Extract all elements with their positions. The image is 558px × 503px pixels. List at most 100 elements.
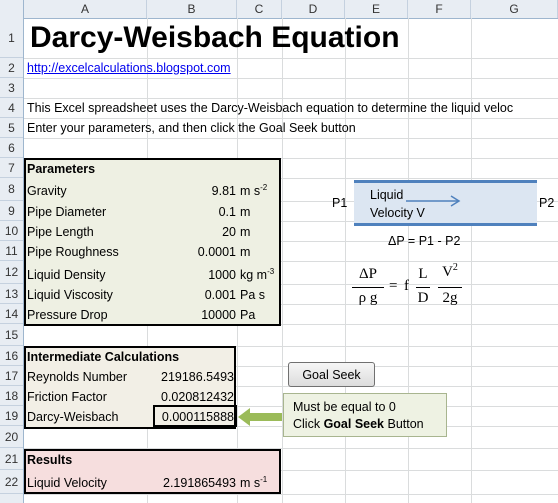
- param-label-gravity[interactable]: Gravity: [27, 184, 67, 198]
- unit-text: m s: [240, 476, 261, 490]
- row-header-7[interactable]: 7: [0, 158, 23, 178]
- row-header-17[interactable]: 17: [0, 366, 23, 386]
- row-header-11[interactable]: 11: [0, 241, 23, 261]
- row-header-8[interactable]: 8: [0, 178, 23, 201]
- blog-link[interactable]: http://excelcalculations.blogspot.com: [27, 61, 231, 75]
- unit-exponent: -3: [267, 266, 275, 276]
- value-darcy-weisbach[interactable]: 0.000115888: [147, 410, 234, 424]
- param-value-liquid-density[interactable]: 1000: [147, 268, 236, 282]
- sheet-title: Darcy-Weisbach Equation: [30, 21, 400, 54]
- row-header-1[interactable]: 1: [0, 18, 23, 58]
- parameters-header: Parameters: [27, 162, 96, 176]
- param-value-gravity[interactable]: 9.81: [147, 184, 236, 198]
- row-header-18[interactable]: 18: [0, 386, 23, 406]
- row-header-10[interactable]: 10: [0, 221, 23, 241]
- param-value-liquid-viscosity[interactable]: 0.001: [147, 288, 236, 302]
- formula-exponent: 2: [452, 262, 458, 273]
- row-header-12[interactable]: 12: [0, 261, 23, 284]
- unit-liquid-velocity[interactable]: m s-1: [240, 474, 268, 490]
- row-header-5[interactable]: 5: [0, 118, 23, 138]
- description-line-1: This Excel spreadsheet uses the Darcy-We…: [27, 101, 514, 115]
- row-header-20[interactable]: 20: [0, 426, 23, 448]
- green-arrow-icon: [238, 408, 282, 426]
- param-unit-liquid-viscosity[interactable]: Pa s: [240, 288, 265, 302]
- value-friction-factor[interactable]: 0.020812432: [147, 390, 234, 404]
- results-header: Results: [27, 453, 73, 467]
- param-label-pipe-length[interactable]: Pipe Length: [27, 225, 94, 239]
- column-header-d[interactable]: D: [282, 0, 345, 18]
- gridline: [24, 138, 558, 139]
- param-unit-pipe-roughness[interactable]: m: [240, 245, 250, 259]
- label-darcy-weisbach[interactable]: Darcy-Weisbach: [27, 410, 118, 424]
- column-header-g[interactable]: G: [471, 0, 558, 18]
- delta-p-definition: ΔP = P1 - P2: [388, 234, 461, 248]
- param-value-pipe-length[interactable]: 20: [147, 225, 236, 239]
- label-reynolds-number[interactable]: Reynolds Number: [27, 370, 127, 384]
- row-header-15[interactable]: 15: [0, 324, 23, 346]
- row-header-13[interactable]: 13: [0, 284, 23, 304]
- param-label-liquid-density[interactable]: Liquid Density: [27, 268, 106, 282]
- goal-seek-button[interactable]: Goal Seek: [288, 362, 375, 387]
- value-reynolds-number[interactable]: 219186.5493: [147, 370, 234, 384]
- gridline: [24, 118, 558, 119]
- label-liquid-velocity[interactable]: Liquid Velocity: [27, 476, 107, 490]
- param-unit-pressure-drop[interactable]: Pa: [240, 308, 255, 322]
- darcy-weisbach-formula: ΔP ρ g = f L D V2 2g: [352, 262, 512, 318]
- row-header-22[interactable]: 22: [0, 470, 23, 494]
- label-velocity: Velocity V: [370, 206, 425, 220]
- column-header-e[interactable]: E: [345, 0, 408, 18]
- gridline: [24, 58, 558, 59]
- param-label-pipe-diameter[interactable]: Pipe Diameter: [27, 205, 106, 219]
- param-unit-gravity[interactable]: m s-2: [240, 182, 268, 198]
- label-liquid: Liquid: [370, 188, 404, 202]
- formula-numerator-l: L: [418, 266, 428, 282]
- column-header-c[interactable]: C: [237, 0, 282, 18]
- row-header-14[interactable]: 14: [0, 304, 23, 324]
- label-friction-factor[interactable]: Friction Factor: [27, 390, 107, 404]
- param-value-pressure-drop[interactable]: 10000: [147, 308, 236, 322]
- param-value-pipe-diameter[interactable]: 0.1: [147, 205, 236, 219]
- param-unit-pipe-length[interactable]: m: [240, 225, 250, 239]
- callout-text-post: Button: [384, 417, 424, 431]
- flow-arrow-icon: [406, 195, 461, 207]
- callout-line-1: Must be equal to 0: [293, 400, 396, 414]
- gridline: [24, 78, 558, 79]
- param-unit-pipe-diameter[interactable]: m: [240, 205, 250, 219]
- label-p1: P1: [332, 196, 348, 210]
- param-label-pressure-drop[interactable]: Pressure Drop: [27, 308, 108, 322]
- param-label-liquid-viscosity[interactable]: Liquid Viscosity: [27, 288, 113, 302]
- param-value-pipe-roughness[interactable]: 0.0001: [147, 245, 236, 259]
- param-unit-liquid-density[interactable]: kg m-3: [240, 266, 275, 282]
- row-header-19[interactable]: 19: [0, 406, 23, 426]
- column-header-b[interactable]: B: [147, 0, 237, 18]
- unit-exponent: -2: [260, 182, 268, 192]
- label-p2: P2: [539, 196, 555, 210]
- formula-numerator-dp: ΔP: [359, 266, 377, 282]
- formula-v: V: [442, 264, 453, 280]
- row-header-2[interactable]: 2: [0, 58, 23, 78]
- goal-seek-callout: Must be equal to 0 Click Goal Seek Butto…: [283, 393, 447, 437]
- formula-equals: =: [389, 278, 398, 294]
- select-all-corner[interactable]: [0, 0, 24, 18]
- row-header-21[interactable]: 21: [0, 448, 23, 470]
- row-header-16[interactable]: 16: [0, 346, 23, 366]
- gridline: [24, 98, 558, 99]
- row-header-6[interactable]: 6: [0, 138, 23, 158]
- fraction-bar: [352, 287, 384, 288]
- fraction-bar: [416, 287, 430, 288]
- param-label-pipe-roughness[interactable]: Pipe Roughness: [27, 245, 119, 259]
- callout-text-bold: Goal Seek: [323, 417, 385, 431]
- formula-denominator-d: D: [417, 290, 429, 306]
- row-header-3[interactable]: 3: [0, 78, 23, 98]
- column-header-a[interactable]: A: [24, 0, 147, 18]
- row-header-9[interactable]: 9: [0, 201, 23, 221]
- formula-denominator-2g: 2g: [442, 290, 458, 306]
- formula-denominator-rho-g: ρ g: [358, 290, 378, 306]
- row-header-4[interactable]: 4: [0, 98, 23, 118]
- unit-text: kg m: [240, 268, 268, 282]
- column-header-f[interactable]: F: [408, 0, 471, 18]
- unit-text: m s: [240, 184, 261, 198]
- fraction-bar: [438, 287, 462, 288]
- value-liquid-velocity[interactable]: 2.191865493: [147, 476, 236, 490]
- unit-exponent: -1: [260, 474, 268, 484]
